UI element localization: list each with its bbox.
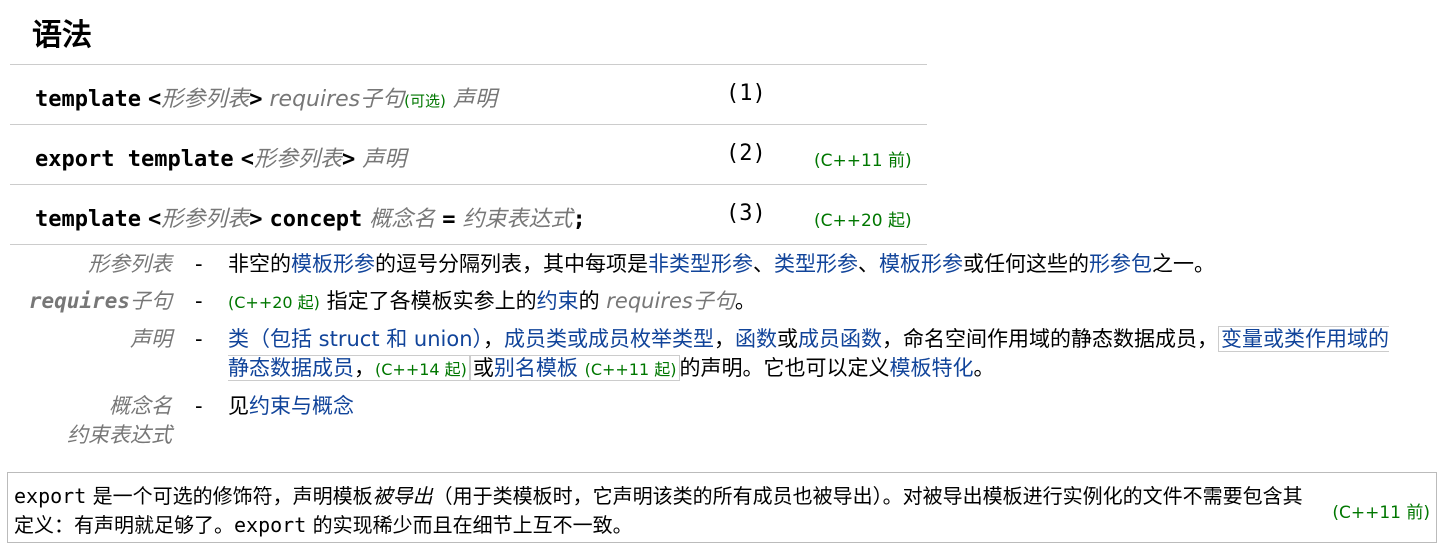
param-description: 非空的模板形参的逗号分隔列表，其中每项是非类型形参、类型形参、模板形参或任何这些…	[228, 250, 1403, 279]
angle-open: <	[147, 207, 162, 232]
keyword-template: template	[35, 207, 141, 232]
link-param-pack[interactable]: 形参包	[1089, 252, 1152, 276]
text: 的	[578, 289, 607, 313]
link-alias-template[interactable]: 别名模板	[494, 356, 578, 380]
param-name: 形参列表	[88, 252, 172, 276]
param-name: 概念名约束表达式	[67, 392, 172, 450]
section-heading: 语法	[32, 18, 92, 53]
param-name-mono: requires	[28, 289, 130, 313]
version-badge: (C++20 起)	[814, 211, 912, 231]
angle-close: >	[341, 147, 356, 172]
requires-clause-term: requires子句	[606, 289, 735, 313]
text: 指定了各模板实参上的	[319, 289, 537, 313]
text: ，	[483, 327, 505, 351]
param-row-concept: 概念名约束表达式 - 见约束与概念	[0, 392, 1447, 450]
version-badge: (C++11 前)	[1332, 503, 1430, 523]
syntax-code: template <形参列表> concept 概念名 = 约束表达式;	[35, 201, 586, 233]
param-description: (C++20 起) 指定了各模板实参上的约束的 requires子句。	[228, 287, 1403, 317]
dash: -	[195, 327, 203, 351]
angle-close: >	[249, 87, 263, 112]
equals-sign: =	[442, 207, 456, 232]
syntax-code: template <形参列表> requires子句(可选) 声明	[35, 81, 497, 113]
text: 的实现稀少而且在细节上互不一致。	[306, 513, 633, 537]
angle-open: <	[240, 147, 254, 172]
export-note-box: export 是一个可选的修饰符，声明模板被导出（用于类模板时，它声明该类的所有…	[7, 472, 1437, 543]
text: 或	[777, 327, 799, 351]
param-name: requires子句	[29, 287, 172, 316]
text: 、	[753, 252, 774, 276]
param-list-term: 形参列表	[161, 207, 250, 232]
note-text: export 是一个可选的修饰符，声明模板被导出（用于类模板时，它声明该类的所有…	[14, 482, 1314, 540]
text: 或任何这些的	[963, 252, 1089, 276]
link-member-function[interactable]: 成员函数	[798, 327, 882, 351]
link-class[interactable]: 类（包括 struct 和 union）	[228, 327, 483, 351]
constraint-expr-term: 约束表达式	[462, 207, 573, 232]
requires-clause-term: requires子句	[269, 87, 405, 112]
text: 的声明。它也可以定义	[679, 356, 890, 380]
text: ，	[714, 327, 736, 351]
version-badge: (C++20 起)	[228, 293, 320, 312]
keyword-template: template	[35, 87, 141, 112]
version-badge: (C++14 起)	[375, 360, 467, 379]
link-constraints-and-concepts[interactable]: 约束与概念	[249, 394, 354, 418]
text: 的逗号分隔列表，其中每项是	[375, 252, 648, 276]
text: 是一个可选的修饰符，声明模板	[86, 484, 373, 508]
syntax-code: export template <形参列表> 声明	[35, 141, 406, 173]
param-name-concept: 概念名	[109, 394, 172, 418]
link-function[interactable]: 函数	[735, 327, 777, 351]
text: 见	[228, 394, 249, 418]
declaration-term: 声明	[362, 147, 407, 172]
link-template-template-params[interactable]: 模板形参	[879, 252, 963, 276]
concept-name-term: 概念名	[369, 207, 436, 232]
dash: -	[195, 289, 203, 313]
param-name-rest: 子句	[130, 289, 172, 313]
text: 或	[472, 356, 494, 380]
version-badge: (C++11 起)	[584, 360, 677, 379]
angle-close: >	[249, 207, 263, 232]
param-row-requires: requires子句 - (C++20 起) 指定了各模板实参上的约束的 req…	[0, 287, 1447, 317]
angle-open: <	[147, 87, 162, 112]
link-constraints[interactable]: 约束	[537, 289, 579, 313]
param-name: 声明	[130, 327, 172, 351]
syntax-number: (3)	[726, 201, 766, 226]
text: ，命名空间作用域的静态数据成员，	[882, 327, 1219, 351]
text: 、	[858, 252, 879, 276]
semicolon: ;	[572, 207, 586, 232]
text: 。	[734, 289, 756, 313]
text: 之一。	[1152, 252, 1215, 276]
keyword-concept: concept	[269, 207, 363, 232]
versioned-block: 或别名模板 (C++11 起)	[469, 355, 680, 381]
syntax-row-1: template <形参列表> requires子句(可选) 声明 (1)	[10, 64, 927, 124]
syntax-number: (1)	[726, 81, 766, 106]
optional-marker: (可选)	[404, 92, 446, 110]
text: 。	[973, 356, 995, 380]
param-row-declaration: 声明 - 类（包括 struct 和 union），成员类或成员枚举类型，函数或…	[0, 325, 1447, 384]
syntax-row-2: export template <形参列表> 声明 (2) (C++11 前)	[10, 124, 927, 184]
keyword-export-template: export template	[35, 147, 234, 172]
dash: -	[195, 394, 203, 418]
italic-term: 被导出	[372, 484, 433, 508]
link-type-params[interactable]: 类型形参	[774, 252, 858, 276]
link-template-params[interactable]: 模板形参	[291, 252, 375, 276]
link-template-specialization[interactable]: 模板特化	[890, 356, 974, 380]
param-list-term: 形参列表	[253, 147, 342, 172]
param-list-term: 形参列表	[161, 87, 250, 112]
param-description: 见约束与概念	[228, 392, 1403, 450]
code-export: export	[234, 513, 307, 537]
parameter-list: 形参列表 - 非空的模板形参的逗号分隔列表，其中每项是非类型形参、类型形参、模板…	[0, 250, 1447, 458]
param-description: 类（包括 struct 和 union），成员类或成员枚举类型，函数或成员函数，…	[228, 325, 1403, 384]
code-export: export	[14, 484, 87, 508]
syntax-row-3: template <形参列表> concept 概念名 = 约束表达式; (3)…	[10, 184, 927, 245]
link-member-class[interactable]: 成员类或成员枚举类型	[504, 327, 714, 351]
syntax-table: template <形参列表> requires子句(可选) 声明 (1) ex…	[10, 64, 927, 245]
link-non-type-params[interactable]: 非类型形参	[648, 252, 753, 276]
version-badge: (C++11 前)	[814, 151, 912, 171]
param-row-param-list: 形参列表 - 非空的模板形参的逗号分隔列表，其中每项是非类型形参、类型形参、模板…	[0, 250, 1447, 279]
text: ，	[354, 356, 375, 380]
dash: -	[195, 252, 203, 276]
text: 非空的	[228, 252, 291, 276]
syntax-number: (2)	[726, 141, 766, 166]
param-name-constraint-expr: 约束表达式	[67, 423, 172, 447]
declaration-term: 声明	[452, 87, 497, 112]
